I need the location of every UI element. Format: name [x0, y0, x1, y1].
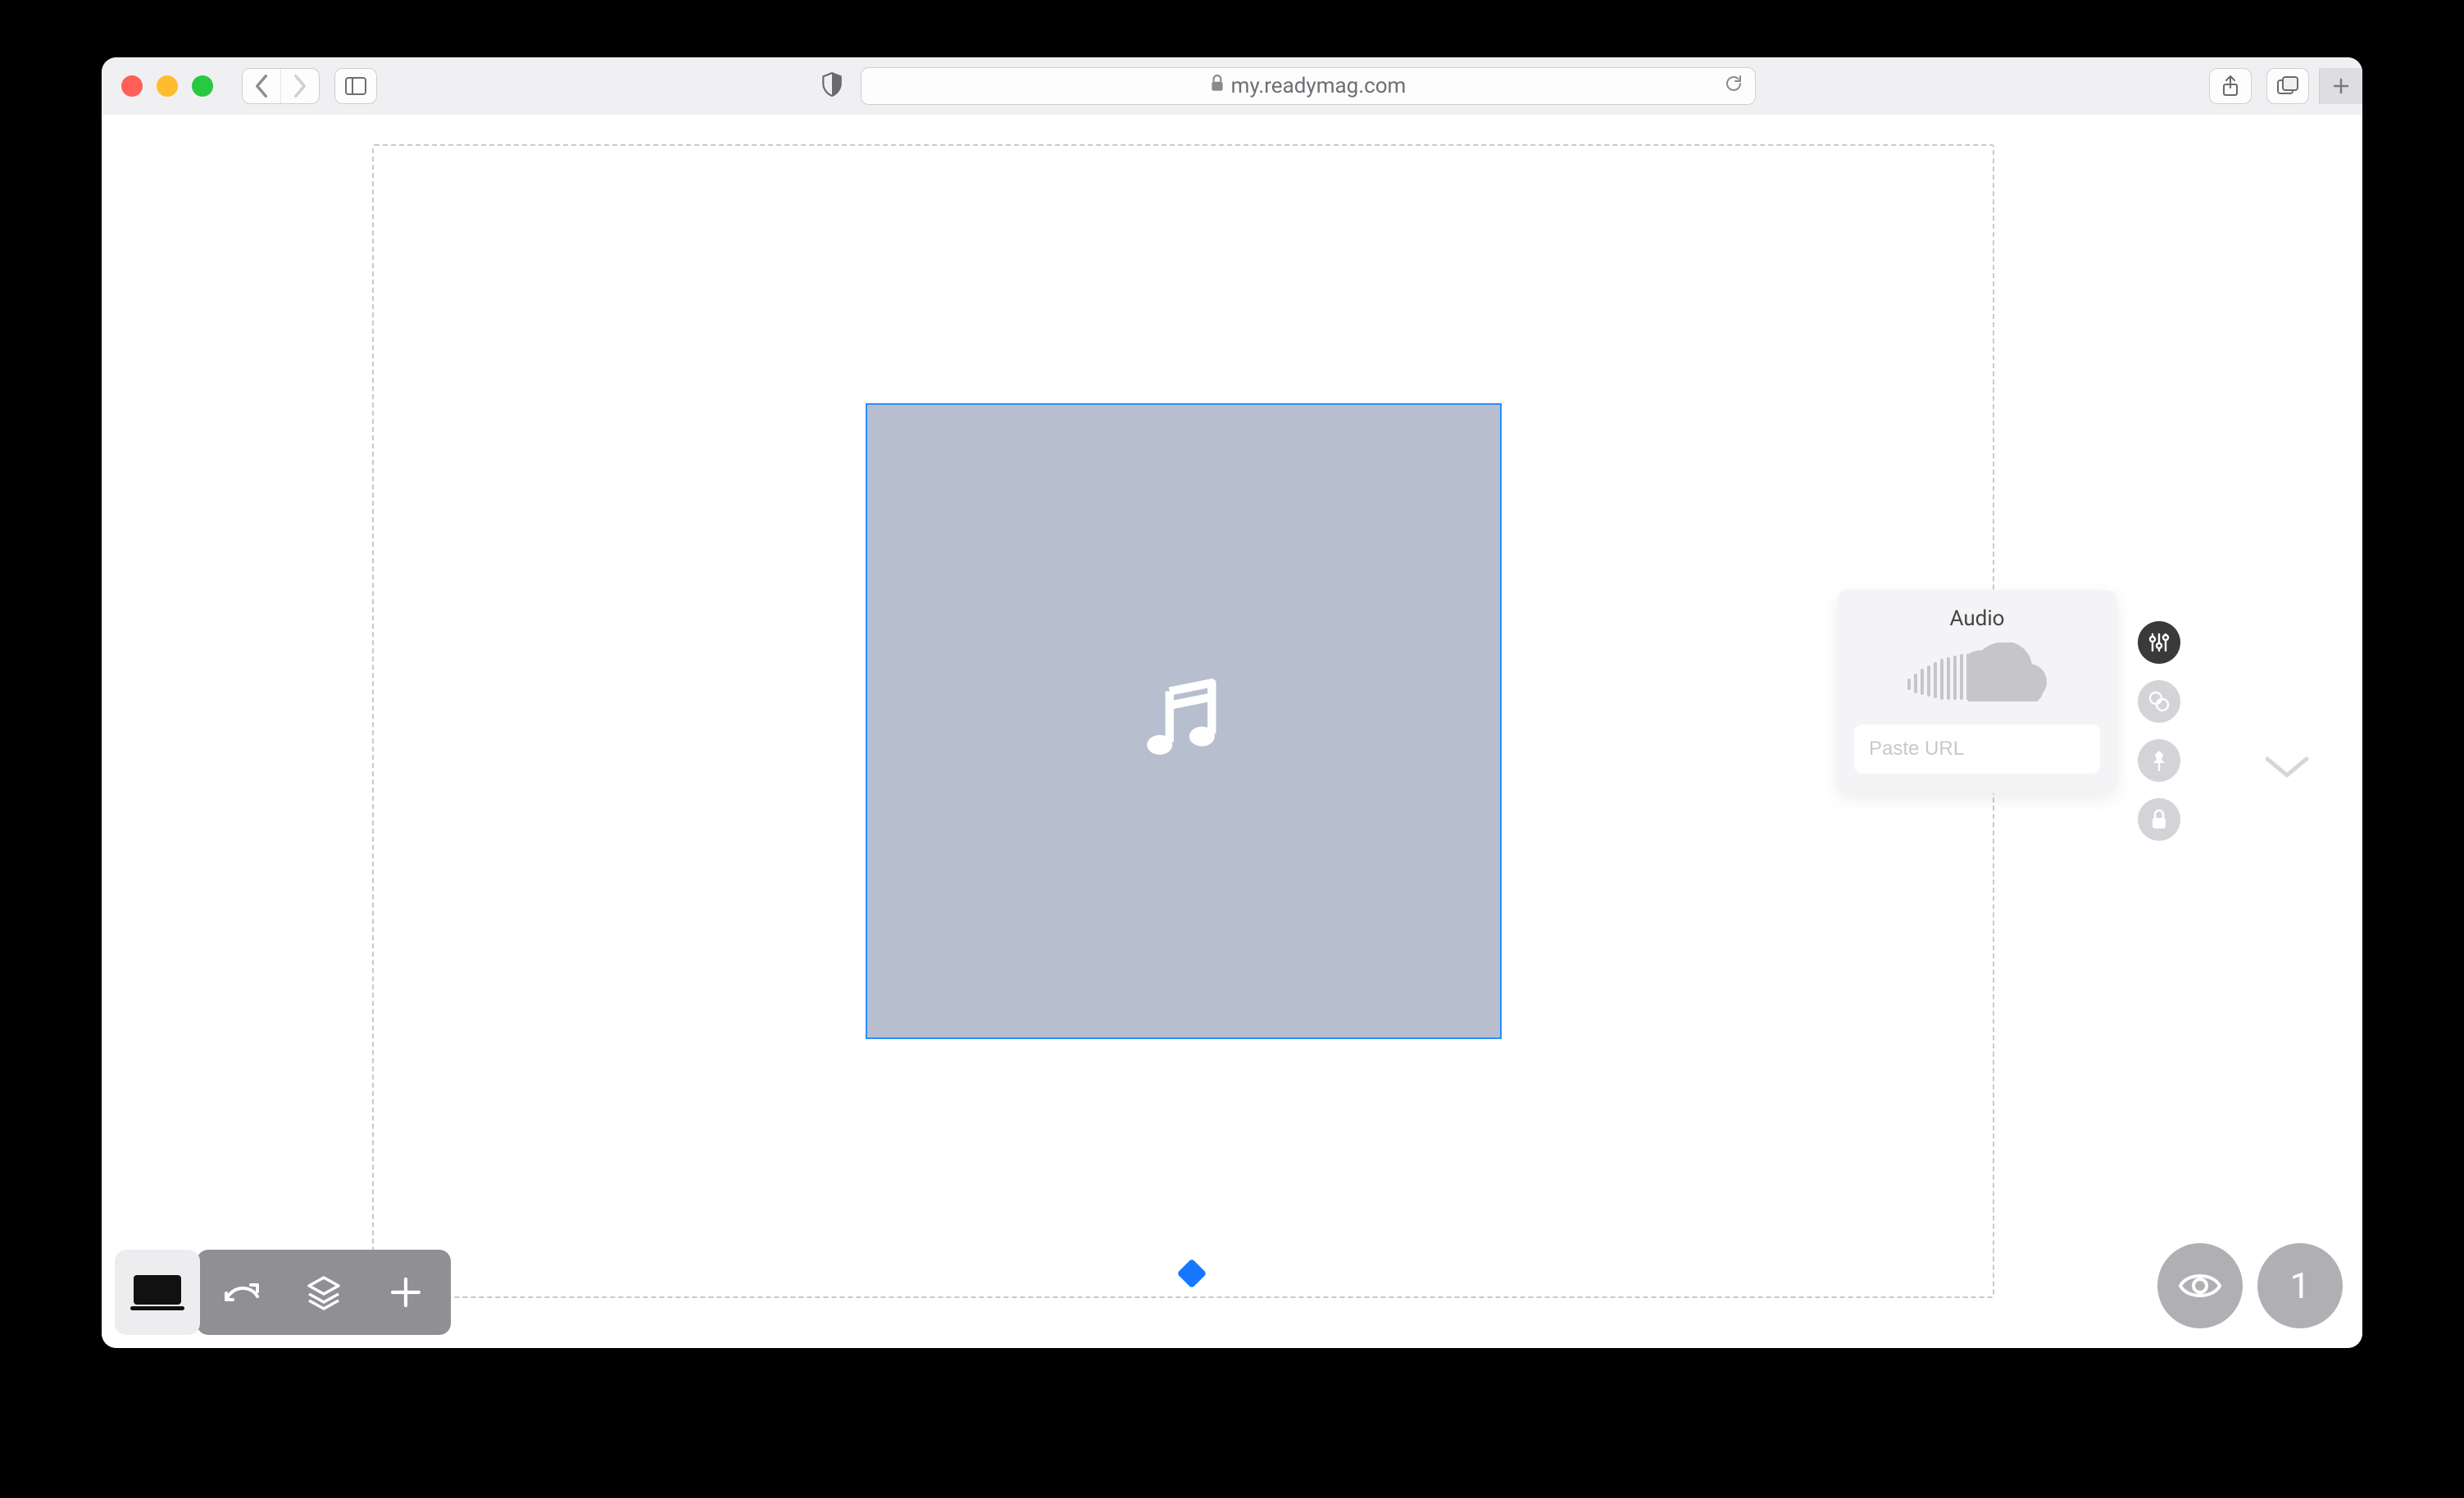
browser-toolbar: my.readymag.com [102, 57, 2362, 116]
reload-button[interactable] [1724, 74, 1743, 99]
forward-button[interactable] [280, 69, 319, 103]
audio-url-input[interactable] [1854, 724, 2100, 774]
audio-widget[interactable] [866, 403, 1502, 1039]
close-window-button[interactable] [121, 75, 143, 97]
toolbar-right [2194, 68, 2348, 104]
privacy-shield-button[interactable] [810, 67, 854, 102]
address-bar-text: my.readymag.com [1231, 74, 1407, 98]
layers-button[interactable] [298, 1267, 349, 1318]
browser-window: my.readymag.com [102, 57, 2362, 1348]
desktop-viewport-button[interactable] [115, 1250, 200, 1335]
undo-redo-button[interactable] [216, 1267, 267, 1318]
soundcloud-icon [1854, 642, 2100, 710]
add-widget-button[interactable] [380, 1267, 431, 1318]
music-note-icon [1139, 674, 1229, 768]
animation-link-button[interactable] [2138, 680, 2180, 723]
share-button[interactable] [2209, 68, 2252, 104]
bottom-left-toolbar [115, 1250, 451, 1335]
nav-back-forward [242, 68, 320, 104]
tabs-overview-button[interactable] [2266, 68, 2309, 104]
address-bar[interactable]: my.readymag.com [861, 67, 1756, 105]
preview-button[interactable] [2157, 1243, 2243, 1328]
lock-icon [1210, 74, 1225, 98]
chevron-down-icon[interactable] [2262, 754, 2312, 787]
back-button[interactable] [243, 69, 280, 103]
page-number-label: 1 [2290, 1264, 2311, 1307]
editor-tools-pill [197, 1250, 451, 1335]
window-controls [121, 75, 213, 97]
widget-tool-icons [2138, 621, 2180, 841]
audio-settings-panel: Audio [1838, 590, 2116, 793]
settings-sliders-button[interactable] [2138, 621, 2180, 664]
sidebar-toggle-button[interactable] [334, 68, 377, 104]
pin-button[interactable] [2138, 739, 2180, 782]
new-tab-button[interactable] [2319, 68, 2362, 104]
fullscreen-window-button[interactable] [192, 75, 213, 97]
panel-title: Audio [1854, 606, 2100, 631]
page-number-button[interactable]: 1 [2257, 1243, 2343, 1328]
lock-button[interactable] [2138, 798, 2180, 841]
editor-viewport: Audio [102, 115, 2362, 1348]
bottom-right-toolbar: 1 [2157, 1243, 2343, 1328]
minimize-window-button[interactable] [157, 75, 178, 97]
